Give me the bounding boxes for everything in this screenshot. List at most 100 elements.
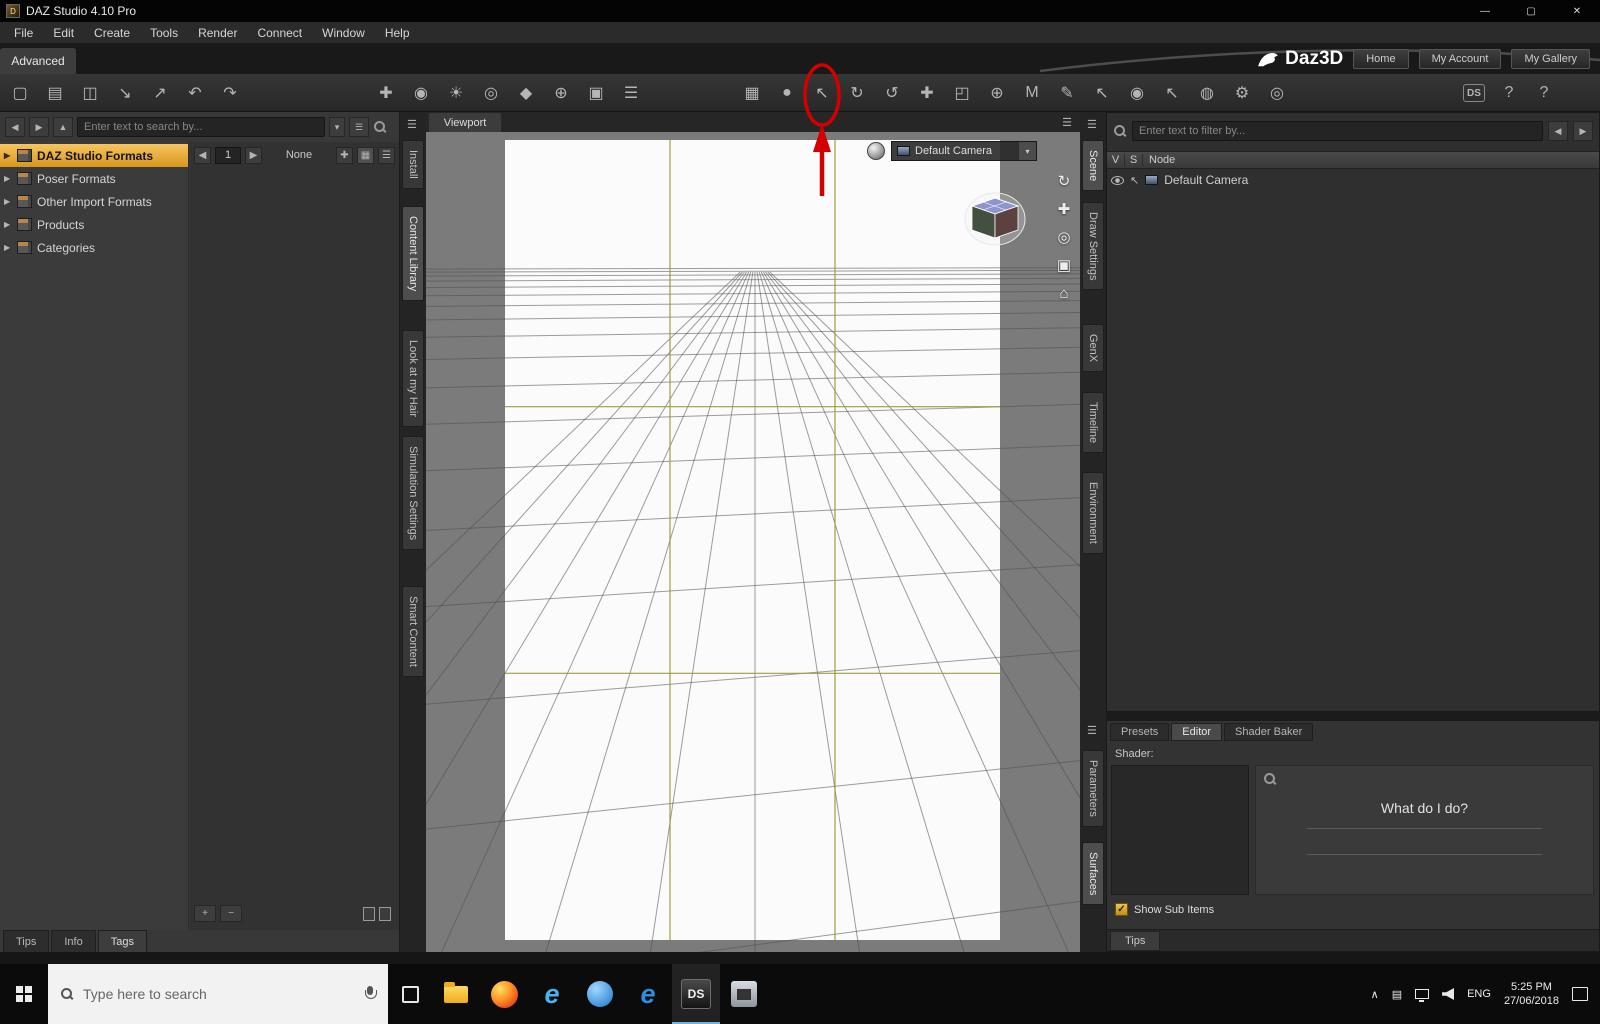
menu-file[interactable]: File bbox=[4, 23, 43, 43]
dock-tab-smart-content[interactable]: Smart Content bbox=[402, 586, 424, 677]
tab-presets[interactable]: Presets bbox=[1110, 723, 1170, 741]
expand-icon[interactable]: ▶ bbox=[4, 174, 12, 183]
paint-tool-icon[interactable]: ✎ bbox=[1053, 78, 1081, 108]
pointer-tool-icon[interactable]: ↖ bbox=[1158, 78, 1186, 108]
volume-icon[interactable] bbox=[1442, 988, 1455, 1000]
new-camera-icon[interactable]: ◉ bbox=[407, 78, 435, 108]
nav-forward-button[interactable]: ▶ bbox=[29, 117, 49, 137]
tab-advanced[interactable]: Advanced bbox=[0, 48, 76, 74]
scene-filter-input[interactable] bbox=[1132, 121, 1543, 141]
undo-icon[interactable]: ↶ bbox=[181, 78, 209, 108]
draw-style-sphere-icon[interactable] bbox=[867, 142, 885, 160]
paste-page-icon[interactable] bbox=[379, 902, 397, 921]
export-file-icon[interactable]: ↗ bbox=[146, 78, 174, 108]
taskbar-app-tool[interactable] bbox=[720, 964, 768, 1024]
dock-tab-simulation-settings[interactable]: Simulation Settings bbox=[402, 436, 424, 551]
dock-tab-timeline[interactable]: Timeline bbox=[1082, 392, 1104, 454]
tab-editor[interactable]: Editor bbox=[1171, 723, 1223, 741]
microphone-icon[interactable] bbox=[364, 985, 377, 1003]
menu-edit[interactable]: Edit bbox=[43, 23, 84, 43]
new-spotlight-icon[interactable]: ◎ bbox=[477, 78, 505, 108]
scene-next-button[interactable]: ▶ bbox=[1573, 121, 1593, 141]
save-file-icon[interactable]: ◫ bbox=[76, 78, 104, 108]
add-view-button[interactable]: ✚ bbox=[336, 146, 353, 164]
start-button[interactable] bbox=[0, 964, 48, 1024]
panel-splitter[interactable] bbox=[1106, 712, 1600, 720]
view-cube-gizmo[interactable] bbox=[960, 190, 1030, 253]
page-prev-button[interactable]: ◀ bbox=[194, 146, 211, 164]
taskbar-app-edge[interactable]: e bbox=[624, 964, 672, 1024]
taskbar-app-daz-studio[interactable]: DS bbox=[672, 964, 720, 1024]
reset-view-icon[interactable]: ⌂ bbox=[1053, 282, 1075, 304]
menu-create[interactable]: Create bbox=[84, 23, 140, 43]
taskbar-app-file-explorer[interactable] bbox=[432, 964, 480, 1024]
search-input[interactable] bbox=[77, 117, 325, 137]
tab-viewport[interactable]: Viewport bbox=[429, 113, 501, 132]
tab-tips-bottom[interactable]: Tips bbox=[1110, 930, 1161, 951]
action-center-icon[interactable] bbox=[1572, 987, 1588, 1001]
zoom-tool-icon[interactable]: ◎ bbox=[1053, 226, 1075, 248]
up-level-button[interactable]: ▲ bbox=[53, 117, 73, 137]
new-group-icon[interactable]: ▣ bbox=[582, 78, 610, 108]
copy-page-icon[interactable] bbox=[363, 902, 381, 921]
surface-selection-tool-icon[interactable]: M bbox=[1018, 78, 1046, 108]
surface-list-box[interactable] bbox=[1111, 765, 1249, 895]
expand-icon[interactable]: ▶ bbox=[4, 220, 12, 229]
surface-search-icon[interactable] bbox=[1263, 772, 1277, 786]
universal-tool-icon[interactable]: ⊕ bbox=[983, 78, 1011, 108]
open-file-icon[interactable]: ▤ bbox=[41, 78, 69, 108]
my-gallery-button[interactable]: My Gallery bbox=[1511, 49, 1590, 69]
import-file-icon[interactable]: ↘ bbox=[111, 78, 139, 108]
menu-window[interactable]: Window bbox=[312, 23, 375, 43]
pan-tool-icon[interactable]: ✚ bbox=[1053, 198, 1075, 220]
clock[interactable]: 5:25 PM 27/06/2018 bbox=[1504, 980, 1559, 1009]
tab-tags[interactable]: Tags bbox=[97, 930, 147, 952]
tree-item-daz-studio-formats[interactable]: ▶ DAZ Studio Formats bbox=[0, 144, 188, 167]
sphere-tool-icon[interactable]: ◍ bbox=[1193, 78, 1221, 108]
close-button[interactable]: ✕ bbox=[1554, 0, 1600, 22]
surfaces-pane-options-icon[interactable]: ☰ bbox=[1087, 724, 1097, 737]
taskbar-search-input[interactable] bbox=[83, 986, 355, 1002]
dock-tab-scene[interactable]: Scene bbox=[1082, 140, 1104, 192]
minimize-button[interactable]: — bbox=[1462, 0, 1508, 22]
dock-tab-install[interactable]: Install bbox=[402, 140, 424, 189]
scene-pane-options-icon[interactable]: ☰ bbox=[1087, 118, 1097, 131]
render-settings-icon[interactable]: ⚙ bbox=[1228, 78, 1256, 108]
draw-style-tool-icon[interactable]: ● bbox=[773, 78, 801, 108]
page-next-button[interactable]: ▶ bbox=[245, 146, 262, 164]
nav-back-button[interactable]: ◀ bbox=[5, 117, 25, 137]
expand-icon[interactable]: ▶ bbox=[4, 243, 12, 252]
dock-tab-parameters[interactable]: Parameters bbox=[1082, 750, 1104, 827]
search-dropdown-button[interactable]: ▾ bbox=[329, 117, 345, 137]
chevron-down-icon[interactable]: ▾ bbox=[1019, 142, 1036, 160]
show-sub-items-row[interactable]: ✓ Show Sub Items bbox=[1115, 903, 1214, 916]
filter-options-button[interactable]: ☰ bbox=[349, 117, 369, 137]
list-view-button[interactable]: ☰ bbox=[378, 146, 395, 164]
taskbar-app-round[interactable] bbox=[576, 964, 624, 1024]
scene-item-default-camera[interactable]: ↖ Default Camera bbox=[1107, 170, 1599, 190]
menu-render[interactable]: Render bbox=[188, 23, 247, 43]
taskbar-app-firefox[interactable] bbox=[480, 964, 528, 1024]
camera-selector[interactable]: Default Camera ▾ bbox=[891, 141, 1037, 161]
redo-icon[interactable]: ↷ bbox=[216, 78, 244, 108]
add-content-button[interactable]: + bbox=[194, 905, 216, 922]
hidden-icons-chevron[interactable]: ∧ bbox=[1371, 988, 1379, 1001]
tab-tips[interactable]: Tips bbox=[3, 930, 50, 952]
daz-connect-icon[interactable]: DS bbox=[1460, 78, 1488, 108]
my-account-button[interactable]: My Account bbox=[1418, 49, 1502, 69]
help-icon[interactable]: ? bbox=[1530, 78, 1558, 108]
checkbox-checked-icon[interactable]: ✓ bbox=[1115, 903, 1128, 916]
dock-tab-genx[interactable]: GenX bbox=[1082, 324, 1104, 373]
remove-content-button[interactable]: − bbox=[220, 905, 242, 922]
tree-item-products[interactable]: ▶ Products bbox=[0, 213, 188, 236]
taskbar-app-internet-explorer[interactable]: e bbox=[528, 964, 576, 1024]
twist-tool-icon[interactable]: ↺ bbox=[878, 78, 906, 108]
dock-tab-look-at-my-hair[interactable]: Look at my Hair bbox=[402, 330, 424, 428]
dock-tab-content-library[interactable]: Content Library bbox=[402, 206, 424, 302]
menu-tools[interactable]: Tools bbox=[140, 23, 188, 43]
network-icon[interactable] bbox=[1415, 989, 1430, 1002]
visibility-eye-icon[interactable] bbox=[1111, 175, 1124, 185]
expand-icon[interactable]: ▶ bbox=[4, 197, 12, 206]
dock-tab-draw-settings[interactable]: Draw Settings bbox=[1082, 202, 1104, 291]
new-file-icon[interactable]: ▢ bbox=[6, 78, 34, 108]
